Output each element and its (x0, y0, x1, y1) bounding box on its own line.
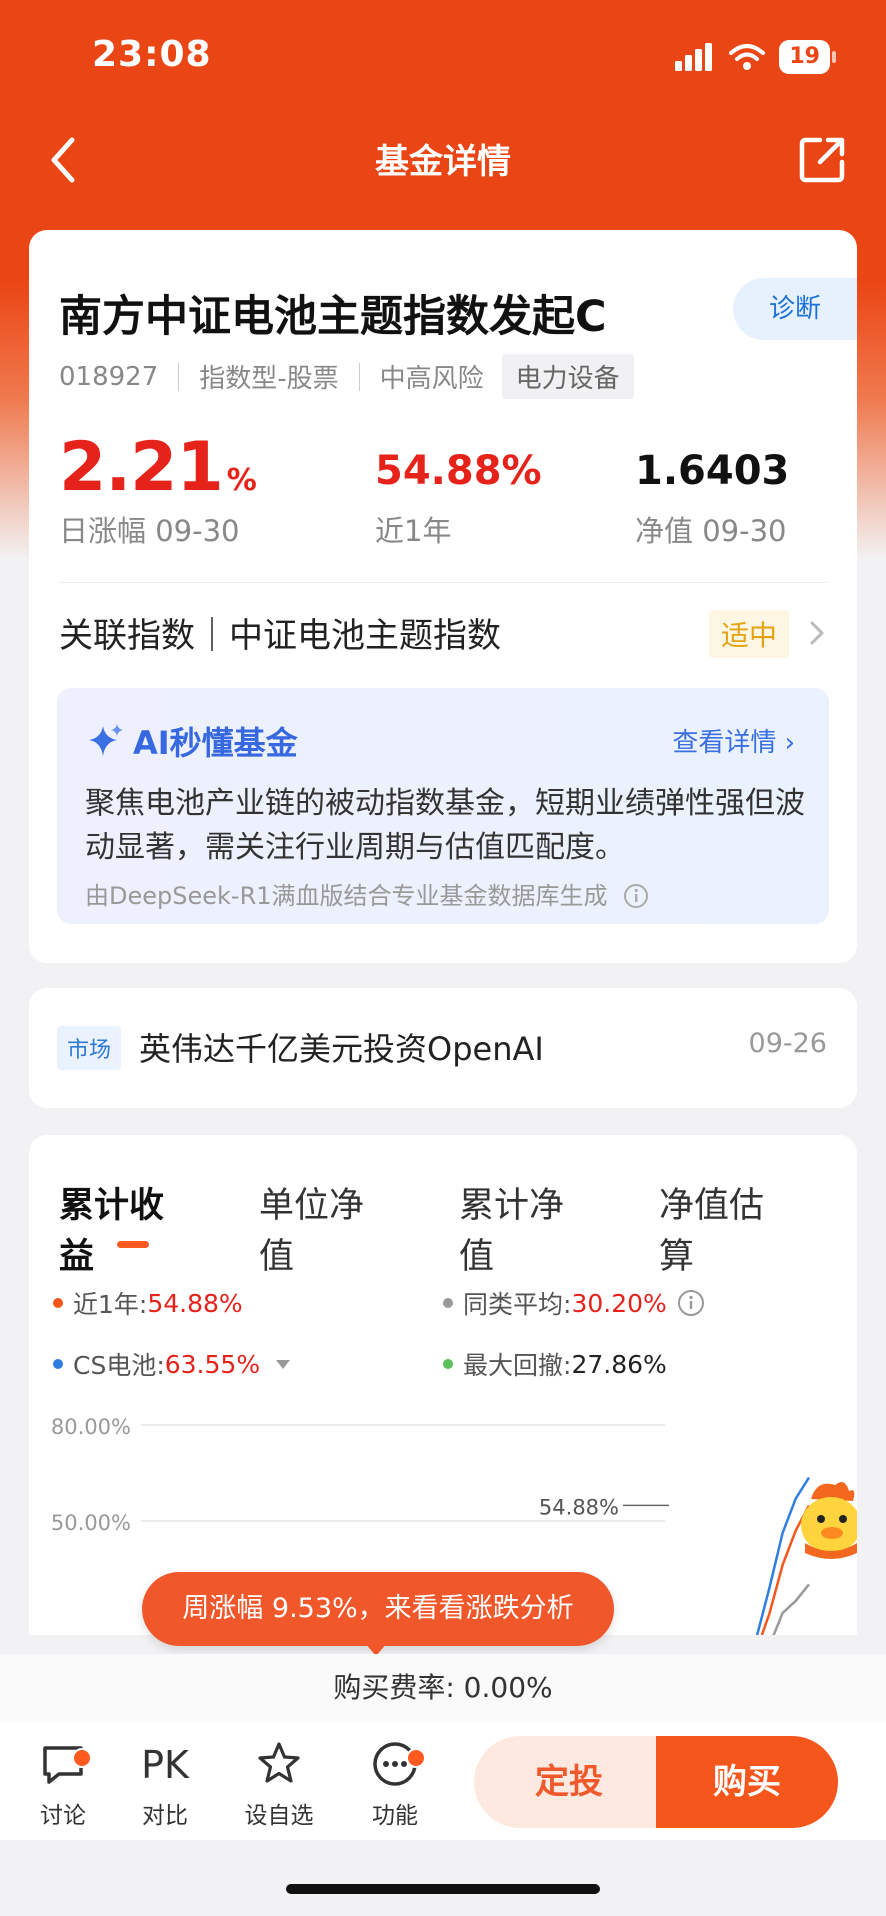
daily-change-label: 日涨幅 09-30 (59, 514, 240, 548)
divider (59, 582, 827, 583)
chevron-right-icon[interactable] (807, 618, 827, 648)
mascot-icon[interactable] (791, 1475, 857, 1561)
wifi-icon (729, 44, 766, 70)
related-index[interactable]: 关联指数｜中证电池主题指数 (59, 608, 501, 657)
valuation-badge: 适中 (708, 610, 789, 658)
discuss-button[interactable]: 讨论 (18, 1740, 108, 1830)
return-chart[interactable]: 80.00% 50.00% 54.88% (29, 1135, 857, 1635)
status-time: 23:08 (92, 34, 212, 75)
discuss-label: 讨论 (40, 1803, 86, 1829)
news-date: 09-26 (748, 1028, 827, 1059)
signal-icon (675, 43, 713, 71)
y-tick-label: 80.00% (51, 1415, 131, 1439)
battery-level: 19 (779, 40, 830, 74)
functions-label: 功能 (372, 1803, 418, 1829)
compare-button[interactable]: PK 对比 (120, 1740, 210, 1830)
share-icon[interactable] (798, 134, 848, 184)
buy-button[interactable]: 购买 (656, 1736, 838, 1828)
fund-sector[interactable]: 电力设备 (501, 354, 634, 399)
purchase-fee: 购买费率: 0.00% (0, 1654, 886, 1722)
performance-card: 累计收益 单位净值 累计净值 净值估算 近1年: 54.88% 同类平均: 30… (29, 1135, 857, 1635)
add-watchlist-button[interactable]: 设自选 (234, 1740, 324, 1830)
functions-button[interactable]: 功能 (350, 1740, 440, 1830)
home-indicator (286, 1884, 600, 1894)
page-title: 基金详情 (375, 142, 511, 182)
diagnose-button[interactable]: 诊断 (733, 278, 857, 340)
notification-dot (72, 1748, 92, 1768)
tag-separator (178, 362, 180, 391)
y-tick-label: 50.00% (51, 1511, 131, 1535)
ai-summary-text: 聚焦电池产业链的被动指数基金，短期业绩弹性强但波动显著，需关注行业周期与估值匹配… (85, 786, 805, 865)
sparkle-icon (89, 724, 123, 756)
year-return: 54.88% (375, 448, 542, 494)
nav-value: 1.6403 (635, 448, 790, 494)
fund-name: 南方中证电池主题指数发起C (59, 292, 607, 342)
star-icon (258, 1742, 300, 1783)
daily-change-unit: % (226, 463, 257, 498)
status-icons: 19 (675, 40, 836, 74)
fund-risk: 中高风险 (379, 364, 484, 394)
ai-title-text: AI秒懂基金 (133, 724, 298, 762)
battery-tip (832, 51, 836, 63)
ai-detail-link-text: 查看详情 (672, 728, 777, 758)
news-tag: 市场 (57, 1026, 122, 1070)
year-return-label: 近1年 (375, 514, 452, 548)
watch-label: 设自选 (244, 1803, 314, 1829)
notification-dot (406, 1748, 426, 1768)
daily-change: 2.21% (59, 428, 257, 507)
weekly-change-popup[interactable]: 周涨幅 9.53%，来看看涨跌分析 (142, 1572, 614, 1646)
end-value-label: 54.88% (539, 1495, 619, 1519)
ai-footer: 由DeepSeek-R1满血版结合专业基金数据库生成 (85, 876, 649, 911)
tag-separator (358, 362, 360, 391)
news-card[interactable]: 市场 英伟达千亿美元投资OpenAI 09-26 (29, 988, 857, 1108)
nav-header: 基金详情 (0, 120, 886, 200)
bottom-action-bar: 讨论 PK 对比 设自选 功能 定投 购买 (0, 1722, 886, 1840)
fund-tags: 018927 指数型-股票 中高风险 电力设备 (59, 354, 634, 399)
ai-footer-text: 由DeepSeek-R1满血版结合专业基金数据库生成 (85, 882, 608, 910)
ai-detail-link[interactable]: 查看详情 › (672, 722, 795, 759)
ai-title: AI秒懂基金 (87, 718, 298, 764)
news-title: 英伟达千亿美元投资OpenAI (139, 1030, 544, 1068)
info-icon[interactable] (623, 883, 649, 909)
pk-icon: PK (141, 1743, 189, 1787)
ai-summary-box[interactable]: AI秒懂基金 查看详情 › 聚焦电池产业链的被动指数基金，短期业绩弹性强但波动显… (57, 688, 829, 924)
compare-label: 对比 (142, 1803, 188, 1829)
fund-code: 018927 (59, 361, 159, 392)
auto-invest-button[interactable]: 定投 (474, 1736, 664, 1828)
nav-label: 净值 09-30 (635, 514, 787, 548)
daily-change-value: 2.21 (59, 428, 224, 507)
fund-summary-card: 南方中证电池主题指数发起C 诊断 018927 指数型-股票 中高风险 电力设备… (29, 230, 857, 963)
fund-type: 指数型-股票 (199, 364, 339, 394)
